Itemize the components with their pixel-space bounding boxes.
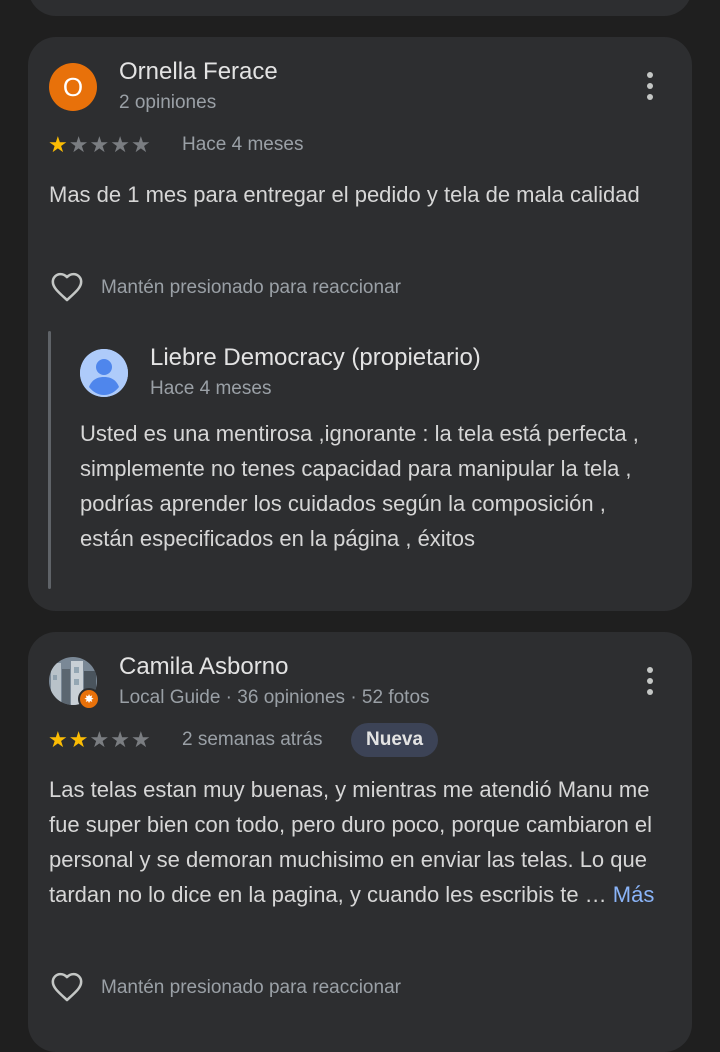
star-icon: ★ [110, 727, 130, 752]
author-name[interactable]: Camila Asborno [119, 653, 288, 681]
previous-review-card [28, 0, 692, 16]
owner-name: Liebre Democracy (propietario) [150, 344, 481, 371]
owner-avatar [80, 349, 128, 397]
star-icon: ★ [48, 132, 68, 157]
more-options-button[interactable] [638, 661, 662, 701]
star-icon: ★ [68, 727, 89, 752]
new-badge: Nueva [351, 723, 439, 757]
review-text: Las telas estan muy buenas, y mientras m… [49, 772, 669, 912]
rating-stars: ★ ★ ★ ★ ★ [48, 728, 151, 752]
star-icon: ★ [130, 727, 151, 752]
author-meta: Local Guide · 36 opiniones · 52 fotos [119, 687, 430, 708]
react-button[interactable]: Mantén presionado para reaccionar [49, 271, 401, 305]
reply-divider [48, 331, 51, 589]
review-card: O Ornella Ferace 2 opiniones ★ ★ ★ ★ ★ Hace … [28, 37, 692, 611]
star-icon: ★ [89, 132, 110, 157]
author-avatar[interactable]: O [49, 63, 97, 111]
reply-text: Usted es una mentirosa ,ignorante : la t… [80, 421, 639, 551]
review-text-content: Las telas estan muy buenas, y mientras m… [49, 777, 652, 907]
heart-outline-icon [51, 272, 83, 302]
react-label: Mantén presionado para reaccionar [101, 277, 401, 298]
more-vert-icon [647, 667, 653, 673]
author-meta: 2 opiniones [119, 92, 217, 113]
reply-time: Hace 4 meses [150, 378, 272, 399]
local-guide-badge-icon: ✸ [78, 688, 100, 710]
star-icon: ★ [110, 132, 130, 157]
star-icon: ★ [48, 727, 68, 752]
more-link[interactable]: Más [613, 882, 655, 907]
star-icon: ★ [89, 727, 110, 752]
review-card: ✸ Camila Asborno Local Guide · 36 opinio… [28, 632, 692, 1052]
person-icon [80, 349, 128, 397]
author-name[interactable]: Ornella Ferace [119, 58, 278, 86]
review-time: Hace 4 meses [182, 134, 304, 155]
review-time: 2 semanas atrás [182, 729, 323, 750]
star-icon: ★ [130, 132, 151, 157]
react-label: Mantén presionado para reaccionar [101, 977, 401, 998]
review-text: Mas de 1 mes para entregar el pedido y t… [49, 182, 640, 207]
author-avatar[interactable]: ✸ [49, 657, 100, 710]
react-button[interactable]: Mantén presionado para reaccionar [49, 971, 401, 1005]
star-icon: ★ [68, 132, 89, 157]
heart-outline-icon [51, 972, 83, 1002]
more-options-button[interactable] [638, 66, 662, 106]
avatar-letter: O [62, 71, 84, 102]
more-vert-icon [647, 72, 653, 78]
rating-stars: ★ ★ ★ ★ ★ [48, 133, 151, 157]
